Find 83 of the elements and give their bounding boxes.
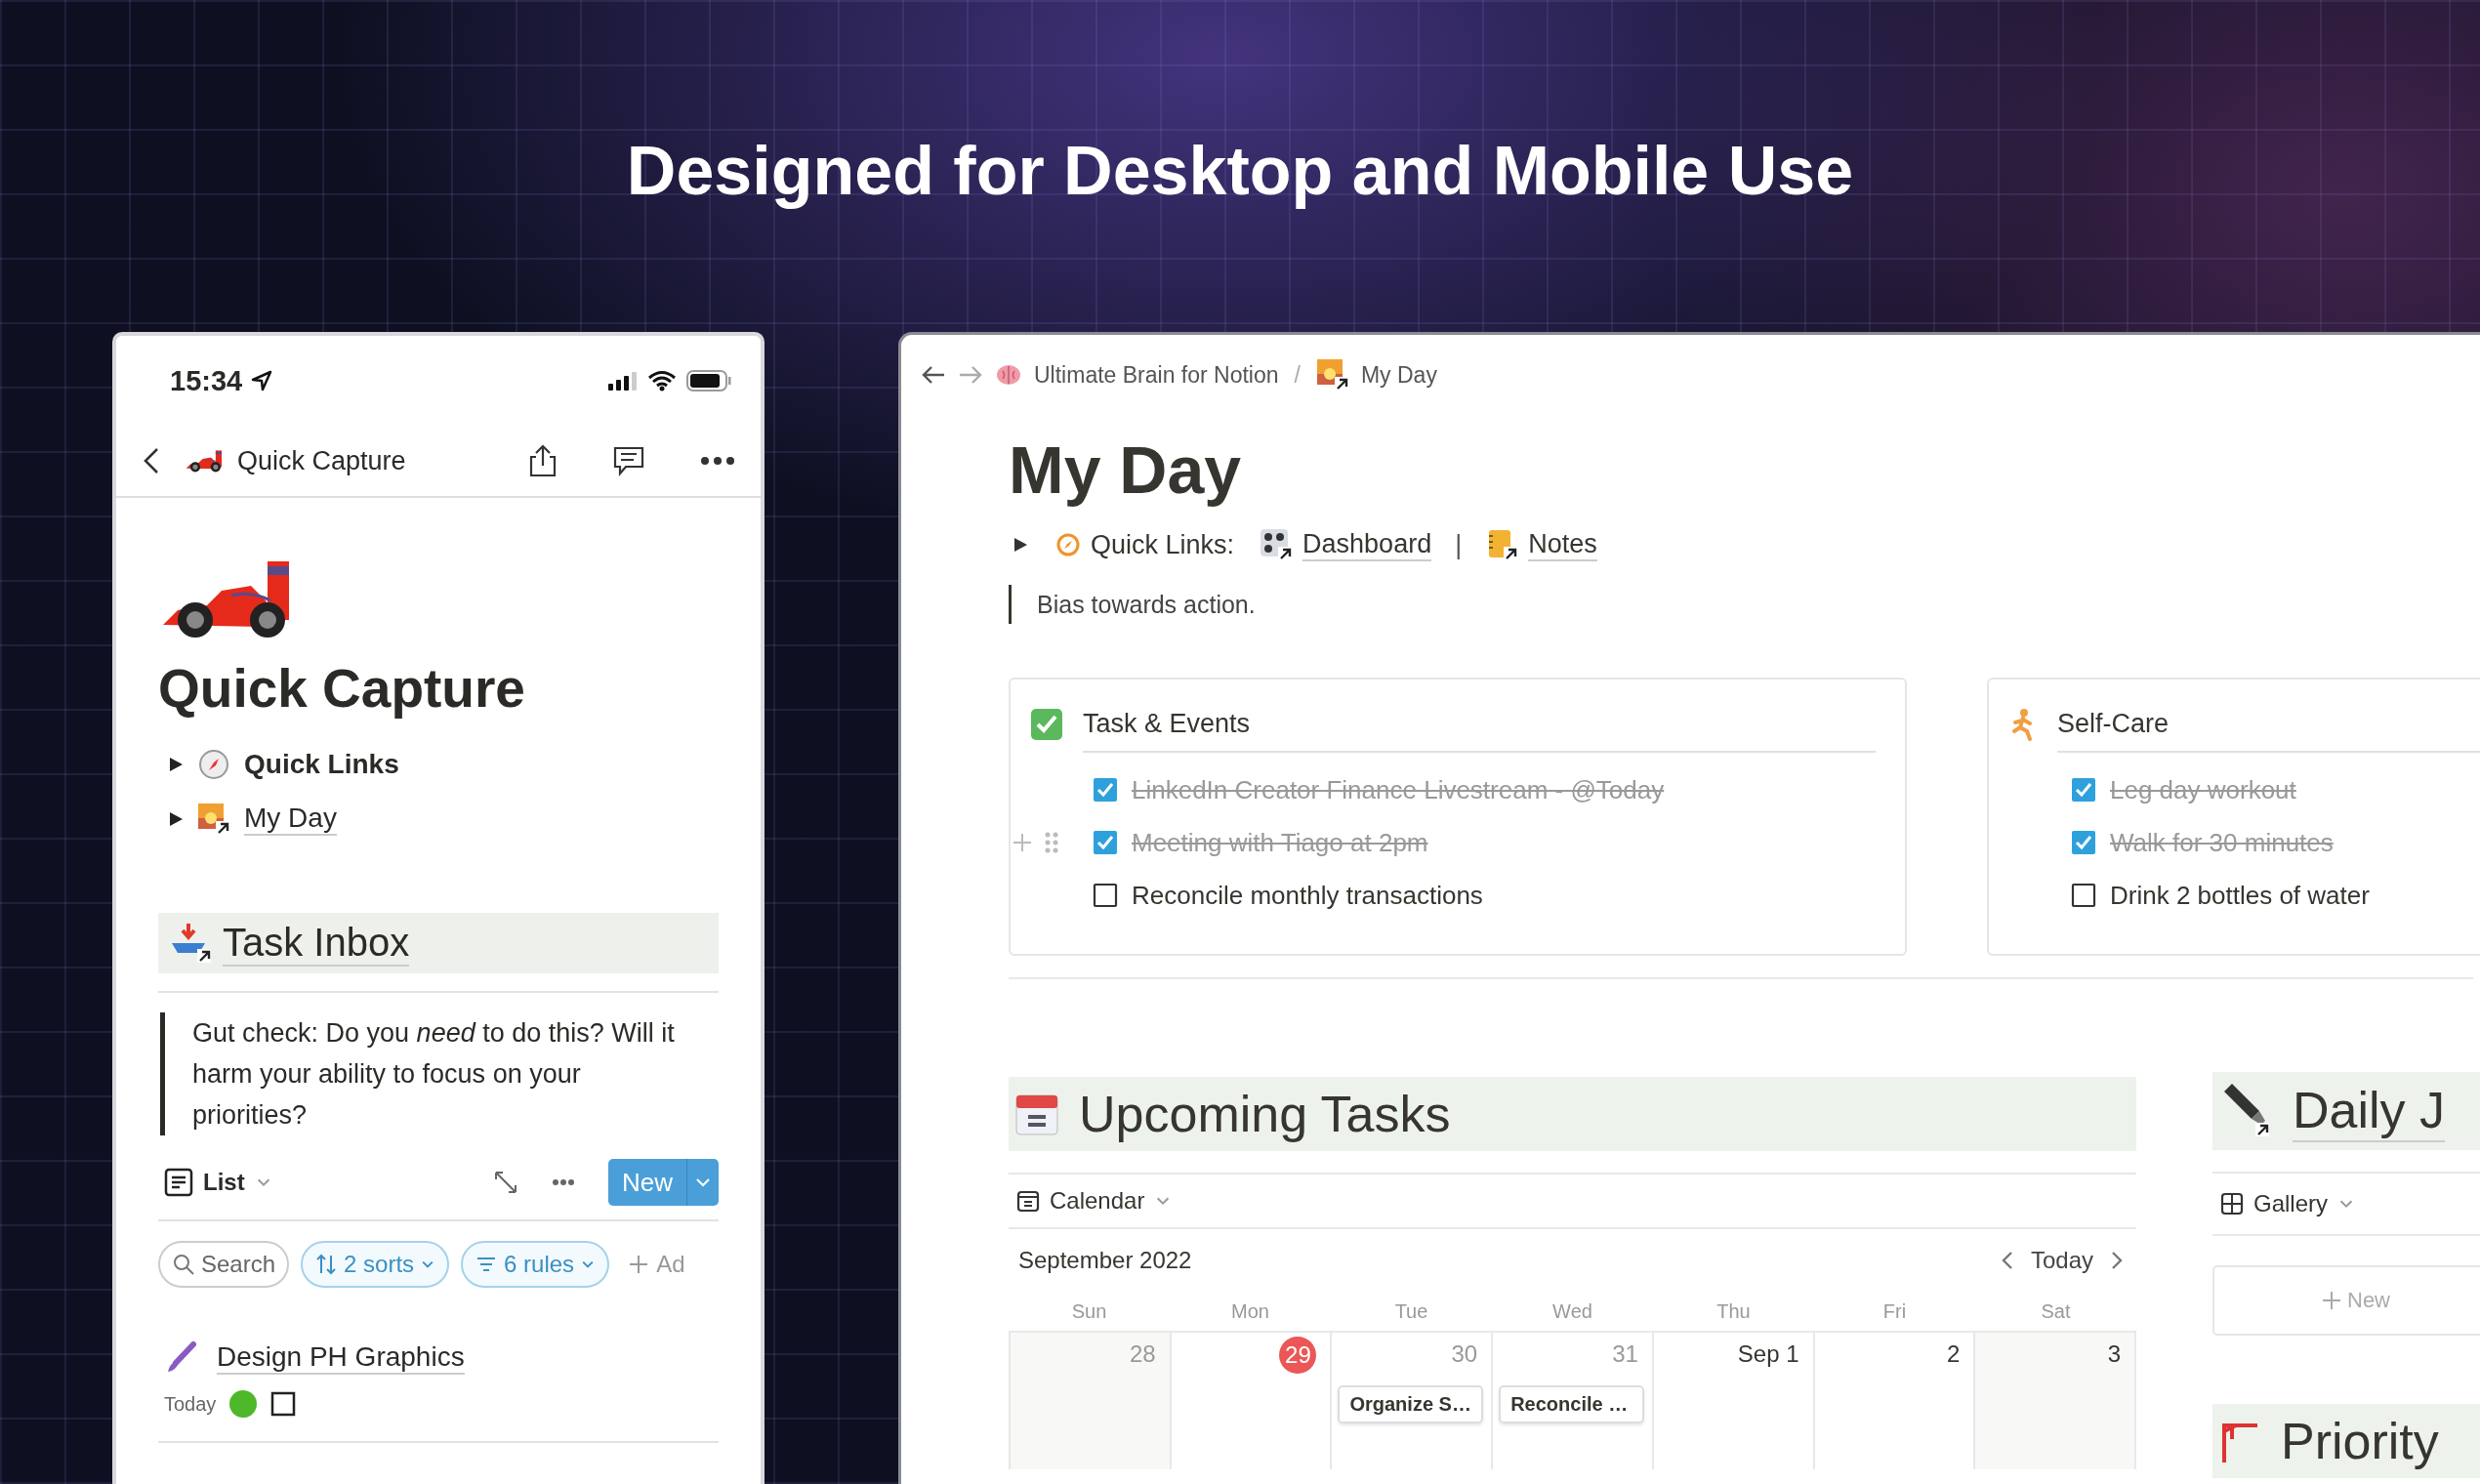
section-title: Upcoming Tasks xyxy=(1079,1085,1451,1143)
race-car-icon xyxy=(185,449,224,473)
day-number: 30 xyxy=(1451,1340,1478,1367)
comment-icon[interactable] xyxy=(612,445,645,476)
signal-icon xyxy=(608,371,638,391)
clock-time: 15:34 xyxy=(170,364,243,397)
checkbox[interactable] xyxy=(270,1391,297,1417)
page-link[interactable]: Dashboard xyxy=(1302,528,1432,561)
todo-label: Meeting with Tiago at 2pm xyxy=(1132,827,1428,858)
checkbox[interactable] xyxy=(1093,830,1118,855)
quote-text: Bias towards action. xyxy=(1009,585,2480,624)
view-label[interactable]: Gallery xyxy=(2253,1190,2329,1217)
page-link[interactable]: Notes xyxy=(1528,528,1597,561)
toggle-triangle-icon[interactable] xyxy=(1013,537,1028,553)
day-number: 2 xyxy=(1946,1340,1961,1367)
sort-arrows-icon xyxy=(314,1253,339,1276)
dashboard-icon xyxy=(1260,528,1294,561)
breadcrumb-separator: / xyxy=(1294,361,1301,389)
card-title: Task & Events xyxy=(1083,696,1876,753)
today-button[interactable]: Today xyxy=(2030,1247,2093,1274)
weekday-label: Tue xyxy=(1394,1299,1428,1322)
more-icon[interactable] xyxy=(700,456,735,466)
day-number: 29 xyxy=(1279,1337,1317,1374)
separator: | xyxy=(1455,529,1463,560)
month-label: September 2022 xyxy=(1018,1247,1192,1274)
share-icon[interactable] xyxy=(528,444,558,477)
day-number: 3 xyxy=(2107,1340,2121,1367)
list-icon xyxy=(164,1168,193,1197)
view-label[interactable]: List xyxy=(203,1169,245,1196)
page-link[interactable]: My Day xyxy=(244,803,337,836)
day-number: 28 xyxy=(1130,1340,1156,1367)
weekday-label: Sun xyxy=(1071,1299,1107,1322)
todo-label: Reconcile monthly transactions xyxy=(1132,880,1483,911)
task-title[interactable]: Design PH Graphics xyxy=(217,1341,465,1375)
wifi-icon xyxy=(647,370,677,392)
sunrise-icon xyxy=(197,803,230,836)
page-heading: Quick Capture xyxy=(158,657,526,720)
breadcrumb-link[interactable]: My Day xyxy=(1360,361,1437,389)
page-title: Quick Capture xyxy=(237,445,406,476)
toggle-triangle-icon[interactable] xyxy=(168,811,184,827)
quick-links-label: Quick Links: xyxy=(1091,529,1235,560)
weekday-label: Thu xyxy=(1716,1299,1751,1322)
check-mark-icon xyxy=(1030,708,1063,741)
breadcrumb-link[interactable]: Ultimate Brain for Notion xyxy=(1034,361,1279,389)
day-number: Sep 1 xyxy=(1737,1340,1799,1367)
expand-icon[interactable] xyxy=(493,1170,518,1195)
weekday-label: Mon xyxy=(1231,1299,1269,1322)
toggle-label[interactable]: Quick Links xyxy=(244,749,399,780)
compass-icon xyxy=(197,748,230,781)
event-chip[interactable]: Organize S… xyxy=(1338,1385,1484,1423)
battery-icon xyxy=(686,370,731,392)
gallery-icon xyxy=(2220,1192,2244,1216)
status-dot-icon xyxy=(227,1388,260,1420)
checkbox[interactable] xyxy=(1093,777,1118,803)
event-chip[interactable]: Reconcile … xyxy=(1499,1385,1645,1423)
drag-handle-icon[interactable] xyxy=(1044,831,1059,854)
card-title: Self-Care xyxy=(2057,696,2480,753)
checkbox[interactable] xyxy=(1093,883,1118,908)
calendar-icon xyxy=(1016,1189,1040,1213)
todo-label: Drink 2 bottles of water xyxy=(2110,880,2370,911)
compass-icon xyxy=(1055,532,1081,557)
checkbox[interactable] xyxy=(2071,883,2096,908)
brain-icon xyxy=(995,363,1022,387)
quote-text: Gut check: Do you need to do this? Will it harm your ability to focus on your priorities? xyxy=(160,1012,700,1135)
todo-label: Leg day workout xyxy=(2110,774,2296,805)
todo-label: Walk for 30 minutes xyxy=(2110,827,2334,858)
checkbox[interactable] xyxy=(2071,777,2096,803)
task-date: Today xyxy=(164,1392,217,1416)
sunrise-icon xyxy=(1315,358,1349,392)
weekday-label: Fri xyxy=(1882,1299,1907,1322)
calendar-icon xyxy=(1014,1092,1059,1136)
location-arrow-icon xyxy=(250,369,274,392)
weekday-label: Sat xyxy=(2041,1299,2071,1322)
view-label[interactable]: Calendar xyxy=(1050,1187,1145,1215)
plus-icon xyxy=(2322,1291,2341,1310)
day-number: 31 xyxy=(1612,1340,1638,1367)
search-icon xyxy=(172,1253,195,1276)
weekday-label: Wed xyxy=(1552,1299,1592,1322)
checkbox[interactable] xyxy=(2071,830,2096,855)
search-field[interactable]: Search xyxy=(158,1241,290,1288)
todo-label: LinkedIn Creator Finance Livestream - @Today xyxy=(1132,774,1665,805)
toggle-triangle-icon[interactable] xyxy=(168,757,184,772)
more-icon[interactable] xyxy=(552,1178,575,1186)
